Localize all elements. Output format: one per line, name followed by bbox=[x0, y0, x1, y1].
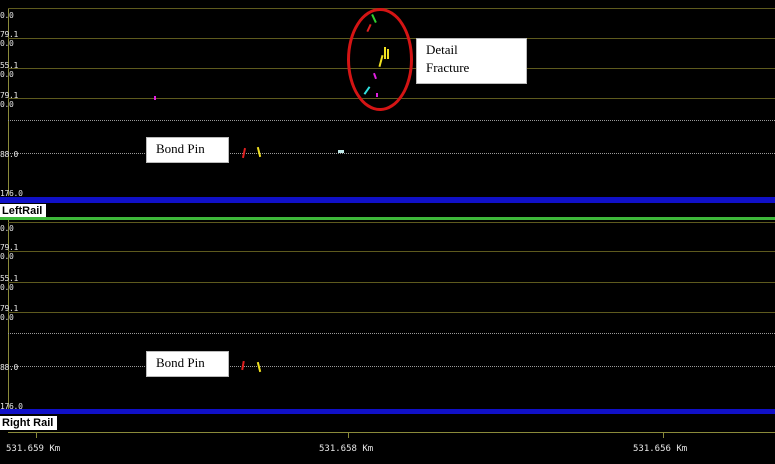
echo-mark-yellow bbox=[256, 146, 262, 158]
left-grid-line bbox=[8, 8, 775, 9]
right-rail-bar bbox=[0, 409, 775, 414]
echo-mark-yellow bbox=[256, 361, 262, 373]
right-y-label: 0.0 bbox=[0, 224, 14, 233]
x-tick bbox=[348, 432, 349, 438]
x-axis-label: 531.658 Km bbox=[319, 444, 374, 454]
bond-pin-callout: Bond Pin bbox=[146, 137, 229, 163]
left-y-label: 55.1 bbox=[0, 61, 19, 70]
left-dotted-line bbox=[8, 120, 775, 121]
right-rail-label: Right Rail bbox=[0, 416, 58, 430]
right-grid-line bbox=[8, 222, 775, 223]
left-y-label: 88.0 bbox=[0, 150, 19, 159]
right-y-label: 79.1 bbox=[0, 304, 19, 313]
left-rail-label: LeftRail bbox=[0, 204, 47, 217]
right-y-label: 0.0 bbox=[0, 313, 14, 322]
left-y-label: 79.1 bbox=[0, 91, 19, 100]
right-y-label: 79.1 bbox=[0, 243, 19, 252]
detail-fracture-callout: Detail Fracture bbox=[416, 38, 527, 84]
left-y-label: 0.0 bbox=[0, 39, 14, 48]
right-grid-line bbox=[8, 312, 775, 313]
detail-fracture-highlight-circle bbox=[347, 8, 413, 111]
x-axis: 531.659 Km 531.658 Km 531.656 Km bbox=[0, 430, 775, 464]
right-y-label: 0.0 bbox=[0, 283, 14, 292]
right-rail-panel: 0.0 79.1 0.0 55.1 0.0 79.1 0.0 88.0 176.… bbox=[0, 220, 775, 430]
right-dotted-line bbox=[8, 333, 775, 334]
left-rail-panel: 0.0 79.1 0.0 55.1 0.0 79.1 0.0 88.0 176.… bbox=[0, 0, 775, 217]
echo-mark-magenta bbox=[154, 96, 156, 100]
x-tick bbox=[36, 432, 37, 438]
right-y-label: 0.0 bbox=[0, 252, 14, 261]
echo-mark-cyan bbox=[338, 150, 344, 153]
left-dotted-line bbox=[8, 153, 775, 154]
right-grid-line bbox=[8, 282, 775, 283]
x-axis-label: 531.656 Km bbox=[633, 444, 688, 454]
left-y-label: 0.0 bbox=[0, 11, 14, 20]
right-dotted-line bbox=[8, 366, 775, 367]
right-grid-line bbox=[8, 251, 775, 252]
left-rail-bar bbox=[0, 197, 775, 203]
x-axis-label: 531.659 Km bbox=[6, 444, 61, 454]
left-y-label: 0.0 bbox=[0, 70, 14, 79]
x-axis-line bbox=[8, 432, 775, 433]
left-y-label: 0.0 bbox=[0, 100, 14, 109]
left-y-label: 79.1 bbox=[0, 30, 19, 39]
right-y-label: 88.0 bbox=[0, 363, 19, 372]
right-y-label: 55.1 bbox=[0, 274, 19, 283]
bond-pin-callout: Bond Pin bbox=[146, 351, 229, 377]
x-tick bbox=[663, 432, 664, 438]
